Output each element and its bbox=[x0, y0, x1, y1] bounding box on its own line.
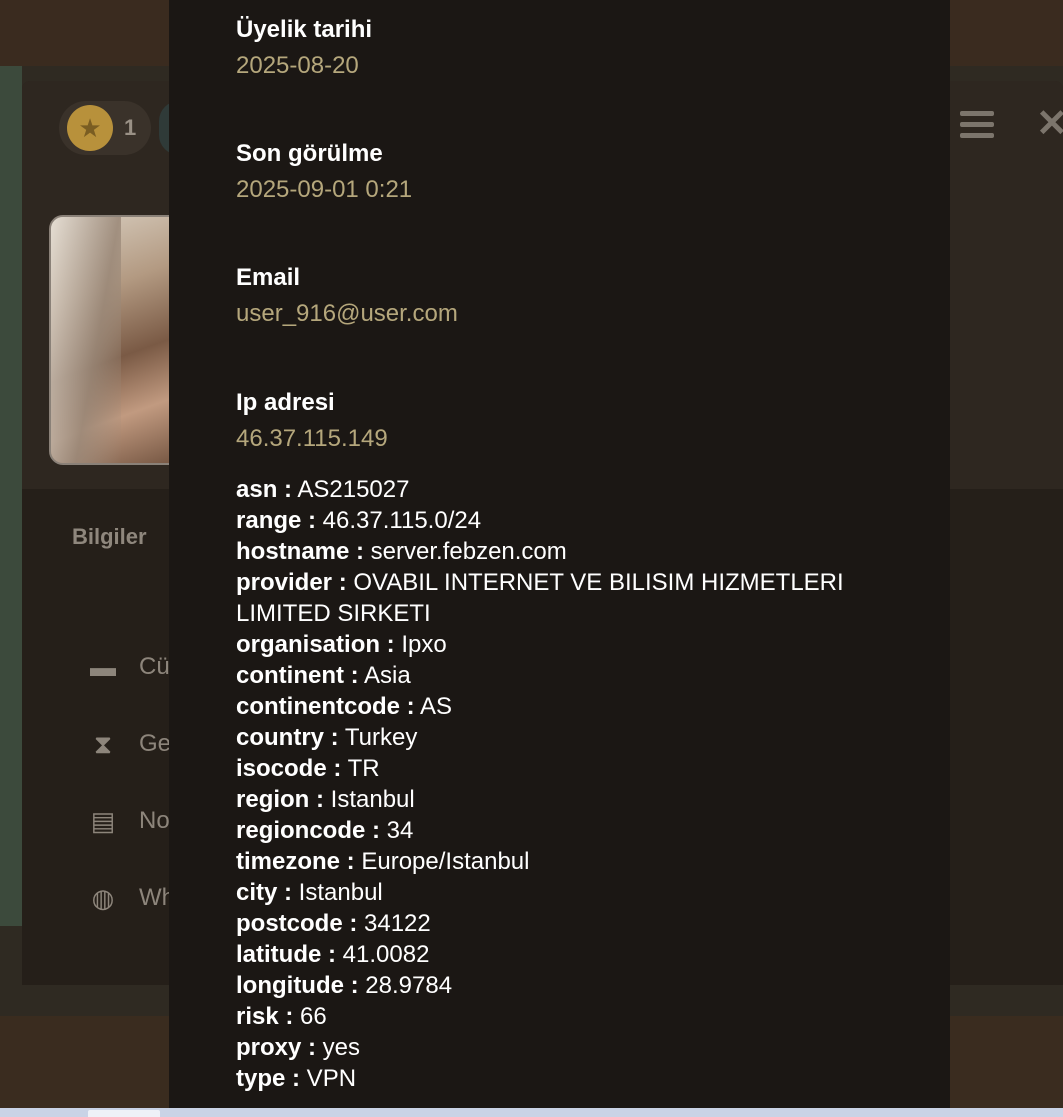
user-info-modal: Üyelik tarihi 2025-08-20 Son görülme 202… bbox=[169, 0, 950, 1108]
email-label: Email bbox=[236, 264, 301, 291]
ip-detail-key: postcode : bbox=[236, 910, 358, 937]
star-icon: ★ bbox=[67, 105, 113, 151]
email-field: Email user_916@user.com bbox=[236, 262, 458, 334]
ip-detail-key: risk : bbox=[236, 1003, 294, 1030]
ip-detail-row: continent : Asia bbox=[236, 660, 876, 691]
membership-date-field: Üyelik tarihi 2025-08-20 bbox=[236, 14, 372, 86]
wallet-icon: ▬ bbox=[90, 652, 116, 682]
ip-address-label: Ip adresi bbox=[236, 389, 335, 416]
ip-detail-row: risk : 66 bbox=[236, 1001, 876, 1032]
ip-detail-value: yes bbox=[316, 1034, 361, 1061]
email-value: user_916@user.com bbox=[236, 300, 458, 327]
ip-address-field: Ip adresi 46.37.115.149 bbox=[236, 387, 388, 459]
ip-detail-value: 66 bbox=[293, 1003, 327, 1030]
document-icon: ▤ bbox=[90, 806, 116, 836]
close-icon[interactable]: ✕ bbox=[1036, 105, 1063, 143]
membership-date-value: 2025-08-20 bbox=[236, 52, 359, 79]
sidebar-item-label: Cü bbox=[139, 653, 170, 680]
ip-detail-row: regioncode : 34 bbox=[236, 815, 876, 846]
ip-detail-value: Ipxo bbox=[394, 631, 447, 658]
hamburger-menu-icon[interactable] bbox=[960, 111, 994, 141]
ip-detail-row: provider : OVABIL INTERNET VE BILISIM HI… bbox=[236, 567, 876, 629]
ip-detail-value: Istanbul bbox=[292, 879, 383, 906]
last-seen-value: 2025-09-01 0:21 bbox=[236, 176, 413, 203]
ip-detail-row: continentcode : AS bbox=[236, 691, 876, 722]
ip-detail-value: VPN bbox=[300, 1065, 357, 1092]
ip-detail-value: Europe/Istanbul bbox=[354, 848, 530, 875]
ip-detail-key: regioncode : bbox=[236, 817, 381, 844]
ip-detail-value: 34122 bbox=[357, 910, 431, 937]
ip-detail-row: timezone : Europe/Istanbul bbox=[236, 846, 876, 877]
ip-details-list: asn : AS215027 range : 46.37.115.0/24 host… bbox=[236, 474, 876, 1094]
ip-detail-value: TR bbox=[341, 755, 380, 782]
ip-detail-row: isocode : TR bbox=[236, 753, 876, 784]
ip-detail-value: Asia bbox=[358, 662, 411, 689]
ip-detail-key: continent : bbox=[236, 662, 359, 689]
sidebar-item-label: No bbox=[139, 807, 170, 834]
ip-detail-value: 46.37.115.0/24 bbox=[316, 507, 482, 534]
ip-detail-key: range : bbox=[236, 507, 317, 534]
hourglass-icon: ⧗ bbox=[93, 729, 113, 759]
ip-detail-key: type : bbox=[236, 1065, 301, 1092]
ip-address-value: 46.37.115.149 bbox=[236, 425, 388, 452]
ip-detail-row: region : Istanbul bbox=[236, 784, 876, 815]
ip-detail-row: type : VPN bbox=[236, 1063, 876, 1094]
ip-detail-key: longitude : bbox=[236, 972, 359, 999]
globe-icon: ◍ bbox=[91, 883, 115, 913]
ip-detail-key: hostname : bbox=[236, 538, 365, 565]
ip-detail-row: proxy : yes bbox=[236, 1032, 876, 1063]
ip-detail-row: postcode : 34122 bbox=[236, 908, 876, 939]
ip-detail-value: server.febzen.com bbox=[364, 538, 567, 565]
sidebar-item-label: Ge bbox=[139, 730, 172, 757]
ip-detail-key: city : bbox=[236, 879, 293, 906]
ip-detail-key: country : bbox=[236, 724, 339, 751]
ip-detail-key: provider : bbox=[236, 569, 347, 596]
ip-detail-row: range : 46.37.115.0/24 bbox=[236, 505, 876, 536]
ip-detail-key: continentcode : bbox=[236, 693, 415, 720]
ip-detail-value: 34 bbox=[380, 817, 414, 844]
ip-detail-row: hostname : server.febzen.com bbox=[236, 536, 876, 567]
ip-detail-key: region : bbox=[236, 786, 324, 813]
ip-detail-value: 28.9784 bbox=[358, 972, 453, 999]
ip-detail-value: AS215027 bbox=[292, 476, 410, 503]
last-seen-label: Son görülme bbox=[236, 140, 383, 167]
ip-detail-row: organisation : Ipxo bbox=[236, 629, 876, 660]
level-count: 1 bbox=[124, 115, 137, 140]
ip-detail-value: 41.0082 bbox=[336, 941, 430, 968]
ip-detail-key: latitude : bbox=[236, 941, 336, 968]
ip-detail-row: longitude : 28.9784 bbox=[236, 970, 876, 1001]
last-seen-field: Son görülme 2025-09-01 0:21 bbox=[236, 138, 412, 210]
tab-bilgiler[interactable]: Bilgiler bbox=[72, 524, 147, 550]
ip-detail-row: city : Istanbul bbox=[236, 877, 876, 908]
ip-detail-value: Turkey bbox=[338, 724, 418, 751]
ip-detail-key: isocode : bbox=[236, 755, 342, 782]
ip-detail-key: organisation : bbox=[236, 631, 395, 658]
page-left-pattern bbox=[0, 66, 22, 926]
ip-detail-value: Istanbul bbox=[324, 786, 415, 813]
ip-detail-key: asn : bbox=[236, 476, 293, 503]
ip-detail-value: AS bbox=[414, 693, 453, 720]
ip-detail-key: timezone : bbox=[236, 848, 355, 875]
taskbar-button[interactable] bbox=[88, 1110, 160, 1117]
ip-detail-row: latitude : 41.0082 bbox=[236, 939, 876, 970]
ip-detail-row: country : Turkey bbox=[236, 722, 876, 753]
membership-date-label: Üyelik tarihi bbox=[236, 16, 373, 43]
ip-detail-key: proxy : bbox=[236, 1034, 317, 1061]
ip-detail-row: asn : AS215027 bbox=[236, 474, 876, 505]
